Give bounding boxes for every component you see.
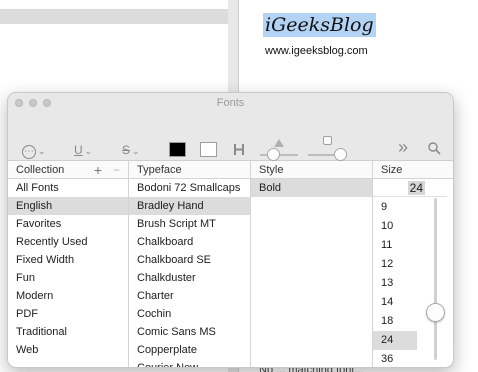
document-title-text[interactable]: iGeeksBlog	[263, 13, 376, 37]
shadow-opacity-icon	[274, 139, 284, 147]
fonts-panel: Fonts ⋯ ⌄ U ⌄ S ⌄ » Collection + − All F…	[7, 92, 454, 368]
size-header: Size	[373, 161, 453, 179]
typeface-item[interactable]: Chalkboard SE	[129, 251, 250, 269]
typeface-item[interactable]: Charter	[129, 287, 250, 305]
size-list[interactable]: 9 10 11 12 13 14 18 24 36 48	[373, 198, 423, 367]
strikethrough-menu[interactable]: S ⌄	[122, 143, 140, 158]
typeface-item[interactable]: Cochin	[129, 305, 250, 323]
add-collection-button[interactable]: +	[94, 161, 102, 179]
underline-menu[interactable]: U ⌄	[74, 143, 92, 158]
size-item[interactable]: 9	[373, 198, 417, 217]
document-color-swatch[interactable]	[200, 142, 217, 157]
typeface-header: Typeface	[129, 161, 250, 179]
size-item[interactable]: 18	[373, 312, 417, 331]
sidebar-selected-row[interactable]	[0, 9, 228, 24]
collection-item[interactable]: Fixed Width	[8, 251, 128, 269]
collection-item[interactable]: Modern	[8, 287, 128, 305]
size-item[interactable]: 12	[373, 255, 417, 274]
collection-item[interactable]: Recently Used	[8, 233, 128, 251]
collection-item[interactable]: All Fonts	[8, 179, 128, 197]
remove-collection-button[interactable]: −	[113, 161, 120, 179]
typeface-item[interactable]: Chalkduster	[129, 269, 250, 287]
typeface-item[interactable]: Bodoni 72 Smallcaps	[129, 179, 250, 197]
size-item[interactable]: 14	[373, 293, 417, 312]
size-slider-knob[interactable]	[426, 303, 445, 322]
typeface-item[interactable]: Bradley Hand	[129, 197, 250, 215]
size-item[interactable]: 11	[373, 236, 417, 255]
collection-header: Collection + −	[8, 161, 128, 179]
search-icon[interactable]	[428, 142, 441, 155]
underline-icon: U	[74, 143, 83, 157]
style-column: Style Bold	[251, 161, 373, 367]
window-title: Fonts	[216, 97, 245, 109]
size-item[interactable]: 24	[373, 331, 417, 350]
size-field[interactable]: 24	[373, 180, 447, 197]
font-browser: Collection + − All Fonts English Favorit…	[8, 161, 453, 367]
size-item[interactable]: 13	[373, 274, 417, 293]
typeface-item[interactable]: Chalkboard	[129, 233, 250, 251]
chevron-down-icon: ⌄	[84, 146, 93, 156]
text-color-swatch[interactable]	[169, 142, 186, 157]
text-effects-menu[interactable]: ⋯ ⌄	[22, 143, 46, 159]
size-field-value[interactable]: 24	[407, 181, 425, 195]
shadow-opacity-slider-knob[interactable]	[267, 148, 280, 161]
size-column: Size 24 9 10 11 12 13 14 18 24 36 48	[373, 161, 453, 367]
typeface-column: Typeface Bodoni 72 Smallcaps Bradley Han…	[129, 161, 251, 367]
fonts-panel-titlebar[interactable]: Fonts	[8, 93, 453, 113]
typeface-item[interactable]: Brush Script MT	[129, 215, 250, 233]
shadow-blur-slider-knob[interactable]	[334, 148, 347, 161]
typeface-item[interactable]: Copperplate	[129, 341, 250, 359]
more-options-icon[interactable]: »	[398, 138, 408, 156]
size-item[interactable]: 10	[373, 217, 417, 236]
collection-item[interactable]: Web	[8, 341, 128, 359]
collection-item[interactable]: Traditional	[8, 323, 128, 341]
collection-item[interactable]: Favorites	[8, 215, 128, 233]
chevron-down-icon: ⌄	[38, 146, 46, 156]
chevron-down-icon: ⌄	[132, 146, 140, 156]
collection-column: Collection + − All Fonts English Favorit…	[8, 161, 129, 367]
text-shadow-icon[interactable]	[233, 143, 245, 156]
strikethrough-icon: S	[122, 143, 131, 157]
text-effects-icon: ⋯	[22, 145, 36, 159]
collection-item[interactable]: Fun	[8, 269, 128, 287]
style-item[interactable]: Bold	[251, 179, 372, 197]
size-slider-track[interactable]	[434, 198, 437, 360]
style-header: Style	[251, 161, 372, 179]
document-url-text[interactable]: www.igeeksblog.com	[265, 45, 368, 57]
collection-item[interactable]: PDF	[8, 305, 128, 323]
fonts-toolbar: ⋯ ⌄ U ⌄ S ⌄ »	[8, 113, 453, 161]
typeface-item[interactable]: Comic Sans MS	[129, 323, 250, 341]
typeface-item[interactable]: Courier New	[129, 359, 250, 367]
collection-item[interactable]: English	[8, 197, 128, 215]
shadow-blur-icon	[323, 136, 332, 145]
collection-header-label: Collection	[16, 164, 65, 176]
size-item[interactable]: 36	[373, 350, 417, 367]
